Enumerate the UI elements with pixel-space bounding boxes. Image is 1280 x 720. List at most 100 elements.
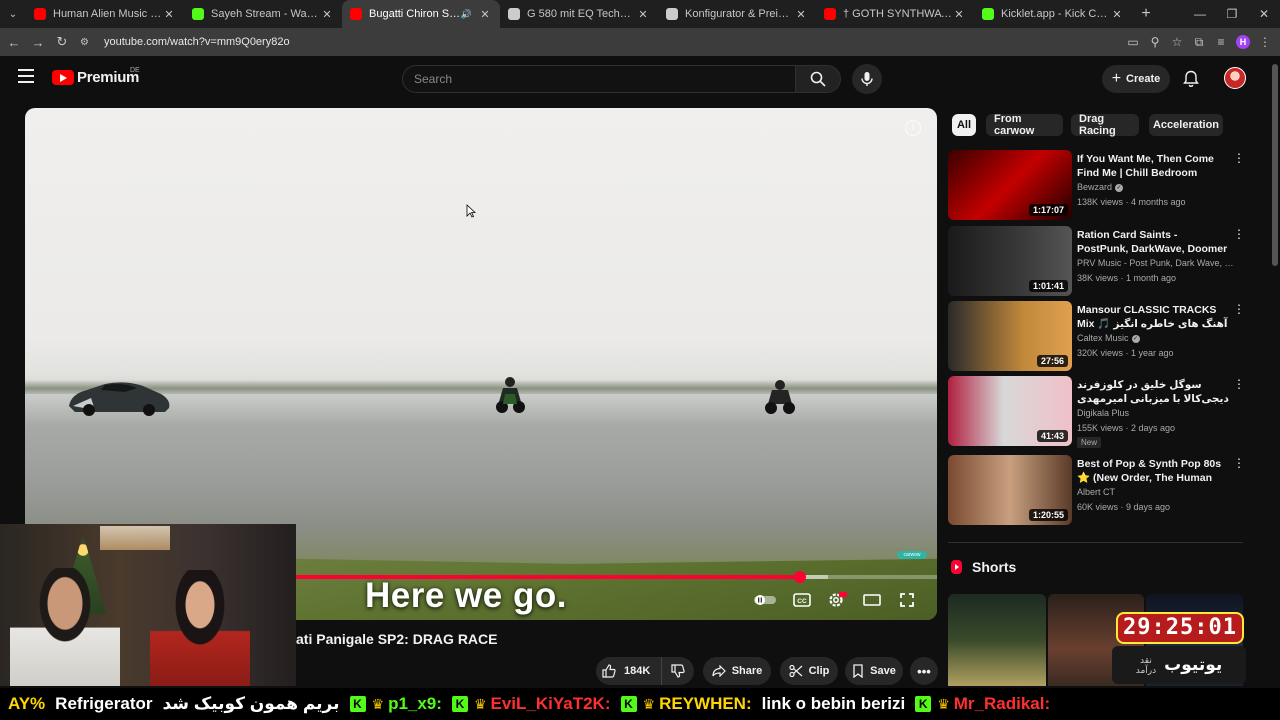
crown-icon: ♛: [371, 695, 385, 712]
browser-profile-avatar[interactable]: H: [1236, 35, 1250, 49]
filter-chip[interactable]: Acceleration: [1149, 114, 1223, 136]
recommended-video-title[interactable]: If You Want Me, Then Come Find Me | Chil…: [1077, 152, 1231, 180]
autoplay-toggle[interactable]: [752, 590, 778, 610]
filter-chip[interactable]: From carwow: [986, 113, 1063, 137]
chat-ticker: AY% Refrigerator بریم همون کوبیک شد K ♛ p1_x9…: [0, 688, 1280, 720]
save-button[interactable]: Save: [845, 657, 903, 685]
theater-mode-button[interactable]: [859, 590, 885, 610]
search-field[interactable]: [402, 65, 795, 93]
crown-icon: ♛: [937, 695, 950, 712]
browser-tab-7[interactable]: Kicklet.app - Kick Chatbot and✕: [974, 0, 1132, 28]
channel-name[interactable]: Digikala Plus: [1077, 408, 1237, 418]
recommended-video[interactable]: 1:01:41 Ration Card Saints - PostPunk, Da…: [948, 226, 1248, 296]
filter-chip[interactable]: All: [952, 114, 976, 136]
minimize-icon[interactable]: —: [1184, 0, 1216, 28]
streamer-webcam-overlay: [0, 524, 296, 686]
channel-watermark[interactable]: carwow: [897, 551, 927, 559]
zoom-icon[interactable]: ⚲: [1148, 35, 1162, 49]
account-avatar[interactable]: [1224, 67, 1246, 89]
mouse-cursor-icon: [466, 204, 476, 218]
chat-text: p1_x9:: [388, 694, 442, 713]
like-button[interactable]: 184K: [596, 657, 662, 685]
clip-button[interactable]: Clip: [780, 657, 838, 685]
fullscreen-button[interactable]: [894, 590, 920, 610]
tab-close-icon[interactable]: ✕: [794, 8, 808, 21]
browser-tab-3[interactable]: Bugatti Chiron SS v Kawasa🔊 ✕: [342, 0, 500, 28]
video-thumbnail[interactable]: 1:17:07: [948, 150, 1072, 220]
video-thumbnail[interactable]: 1:20:55: [948, 455, 1072, 525]
fullscreen-icon: [900, 593, 914, 607]
browser-tab-4[interactable]: G 580 mit EQ Technologie - Ra✕: [500, 0, 658, 28]
new-tab-button[interactable]: +: [1132, 5, 1160, 23]
back-icon[interactable]: ←: [2, 35, 26, 50]
create-button[interactable]: + Create: [1102, 65, 1170, 93]
hamburger-menu-icon[interactable]: [18, 69, 34, 83]
share-button[interactable]: Share: [703, 657, 771, 685]
more-options-icon[interactable]: ⋮: [1233, 152, 1245, 164]
dislike-button[interactable]: [662, 664, 694, 678]
browser-tab-1[interactable]: Human Alien Music From Plane✕: [26, 0, 184, 28]
settings-button[interactable]: [824, 590, 850, 610]
tab-close-icon[interactable]: ✕: [478, 8, 492, 21]
browser-tab-2[interactable]: Sayeh Stream - Watch Live on K✕: [184, 0, 342, 28]
filter-chip[interactable]: Drag Racing: [1071, 113, 1139, 137]
video-meta: 60K views · 9 days ago: [1077, 502, 1171, 512]
search-button[interactable]: [795, 65, 841, 93]
recommended-video-title[interactable]: سوگل خلیق در کلوزفرند دیجی‌کالا با میزبا…: [1077, 378, 1231, 406]
more-options-icon[interactable]: ⋮: [1233, 303, 1245, 315]
reading-list-icon[interactable]: ≡: [1214, 35, 1228, 49]
tab-close-icon[interactable]: ✕: [636, 8, 650, 21]
tab-close-icon[interactable]: ✕: [162, 8, 176, 21]
video-thumbnail[interactable]: 1:01:41: [948, 226, 1072, 296]
tab-favicon-icon: [34, 8, 46, 20]
address-bar[interactable]: ⚙ youtube.com/watch?v=mm9Q0ery82o: [80, 31, 1080, 53]
youtube-premium-logo[interactable]: Premium: [52, 69, 139, 86]
tab-favicon-icon: [350, 8, 362, 20]
voice-search-button[interactable]: [852, 64, 882, 94]
more-actions-button[interactable]: •••: [910, 657, 938, 685]
recommended-video[interactable]: 1:20:55 Best of Pop & Synth Pop 80s ⭐ (Ne…: [948, 455, 1248, 525]
bookmark-icon: [853, 664, 863, 678]
tab-search-icon[interactable]: ⌄: [0, 0, 26, 28]
channel-name[interactable]: Albert CT: [1077, 487, 1237, 497]
tab-favicon-icon: [824, 8, 836, 20]
more-options-icon[interactable]: ⋮: [1233, 457, 1245, 469]
recommended-video[interactable]: 41:43 سوگل خلیق در کلوزفرند دیجی‌کالا با …: [948, 376, 1248, 446]
browser-tab-6[interactable]: † GOTH SYNTHWAVE MIX | BE✕: [816, 0, 974, 28]
scrollbar-thumb[interactable]: [1272, 64, 1278, 266]
recommended-video[interactable]: 27:56 Mansour CLASSIC TRACKS Mix 🎵 آهنگ ه…: [948, 301, 1248, 371]
channel-name[interactable]: PRV Music - Post Punk, Dark Wave, Doo...: [1077, 258, 1237, 268]
more-options-icon[interactable]: ⋮: [1233, 228, 1245, 240]
forward-icon[interactable]: →: [26, 35, 50, 50]
kick-badge-icon: K: [915, 696, 932, 712]
video-thumbnail[interactable]: 41:43: [948, 376, 1072, 446]
channel-name[interactable]: Caltex Music ✓: [1077, 333, 1237, 343]
recommended-video-title[interactable]: Ration Card Saints - PostPunk, DarkWave,…: [1077, 228, 1231, 256]
short-thumbnail-1[interactable]: [948, 594, 1046, 686]
recommended-video-title[interactable]: Best of Pop & Synth Pop 80s ⭐ (New Order…: [1077, 457, 1231, 485]
browser-menu-icon[interactable]: ⋮: [1258, 35, 1272, 49]
tab-close-icon[interactable]: ✕: [320, 8, 334, 21]
youtube-play-icon: [52, 70, 74, 85]
speaker-icon[interactable]: 🔊: [461, 9, 472, 20]
tab-close-icon[interactable]: ✕: [952, 8, 966, 21]
more-options-icon[interactable]: ⋮: [1233, 378, 1245, 390]
bookmark-star-icon[interactable]: ☆: [1170, 35, 1184, 49]
notifications-bell-icon[interactable]: [1183, 70, 1199, 93]
captions-button[interactable]: CC: [789, 590, 815, 610]
recommended-video[interactable]: 1:17:07 If You Want Me, Then Come Find Me…: [948, 150, 1248, 220]
restore-icon[interactable]: ❐: [1216, 0, 1248, 28]
cast-icon[interactable]: ▭: [1126, 35, 1140, 49]
tab-title: Kicklet.app - Kick Chatbot and: [1001, 8, 1110, 20]
search-input[interactable]: [403, 66, 795, 92]
tab-close-icon[interactable]: ✕: [1110, 8, 1124, 21]
channel-name[interactable]: Bewzard ✓: [1077, 182, 1237, 192]
info-icon[interactable]: i: [905, 120, 921, 136]
site-info-icon[interactable]: ⚙: [80, 37, 94, 48]
video-thumbnail[interactable]: 27:56: [948, 301, 1072, 371]
browser-tab-5[interactable]: Konfigurator & Preise | Merced✕: [658, 0, 816, 28]
extensions-icon[interactable]: ⧉: [1192, 35, 1206, 50]
close-window-icon[interactable]: ✕: [1248, 0, 1280, 28]
recommended-video-title[interactable]: Mansour CLASSIC TRACKS Mix 🎵 آهنگ های خا…: [1077, 303, 1231, 331]
reload-icon[interactable]: ↻: [50, 34, 74, 50]
